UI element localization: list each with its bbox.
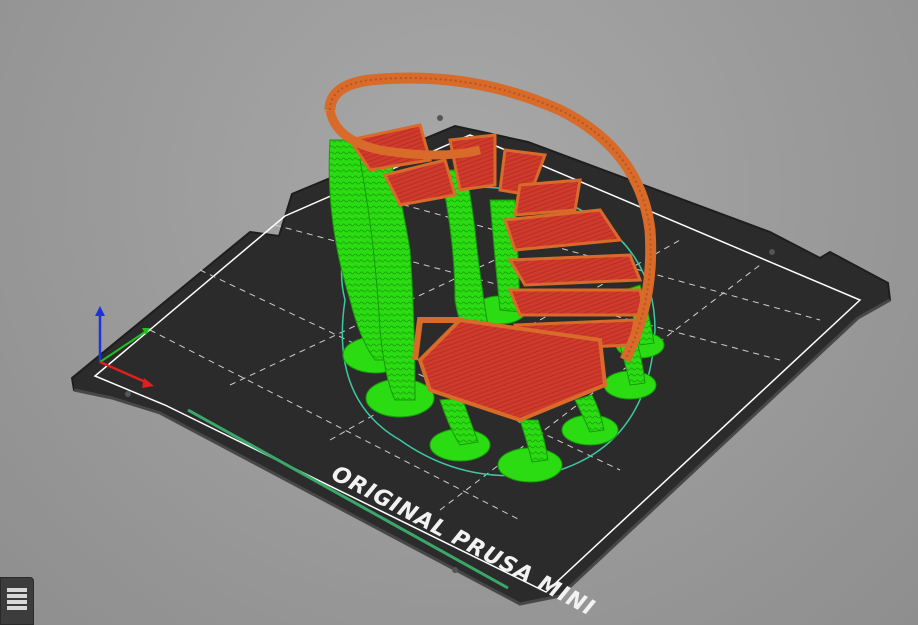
bed-hole — [125, 391, 131, 397]
bed-hole — [437, 115, 443, 121]
bed-hole — [452, 567, 458, 573]
axis-z-arrow — [95, 306, 105, 316]
layers-icon — [7, 588, 27, 610]
layers-view-button[interactable] — [0, 577, 34, 625]
print-preview-scene[interactable]: ORIGINAL PRUSA MINI — [0, 0, 918, 625]
bed-hole — [769, 249, 775, 255]
3d-viewport[interactable]: ORIGINAL PRUSA MINI — [0, 0, 918, 625]
